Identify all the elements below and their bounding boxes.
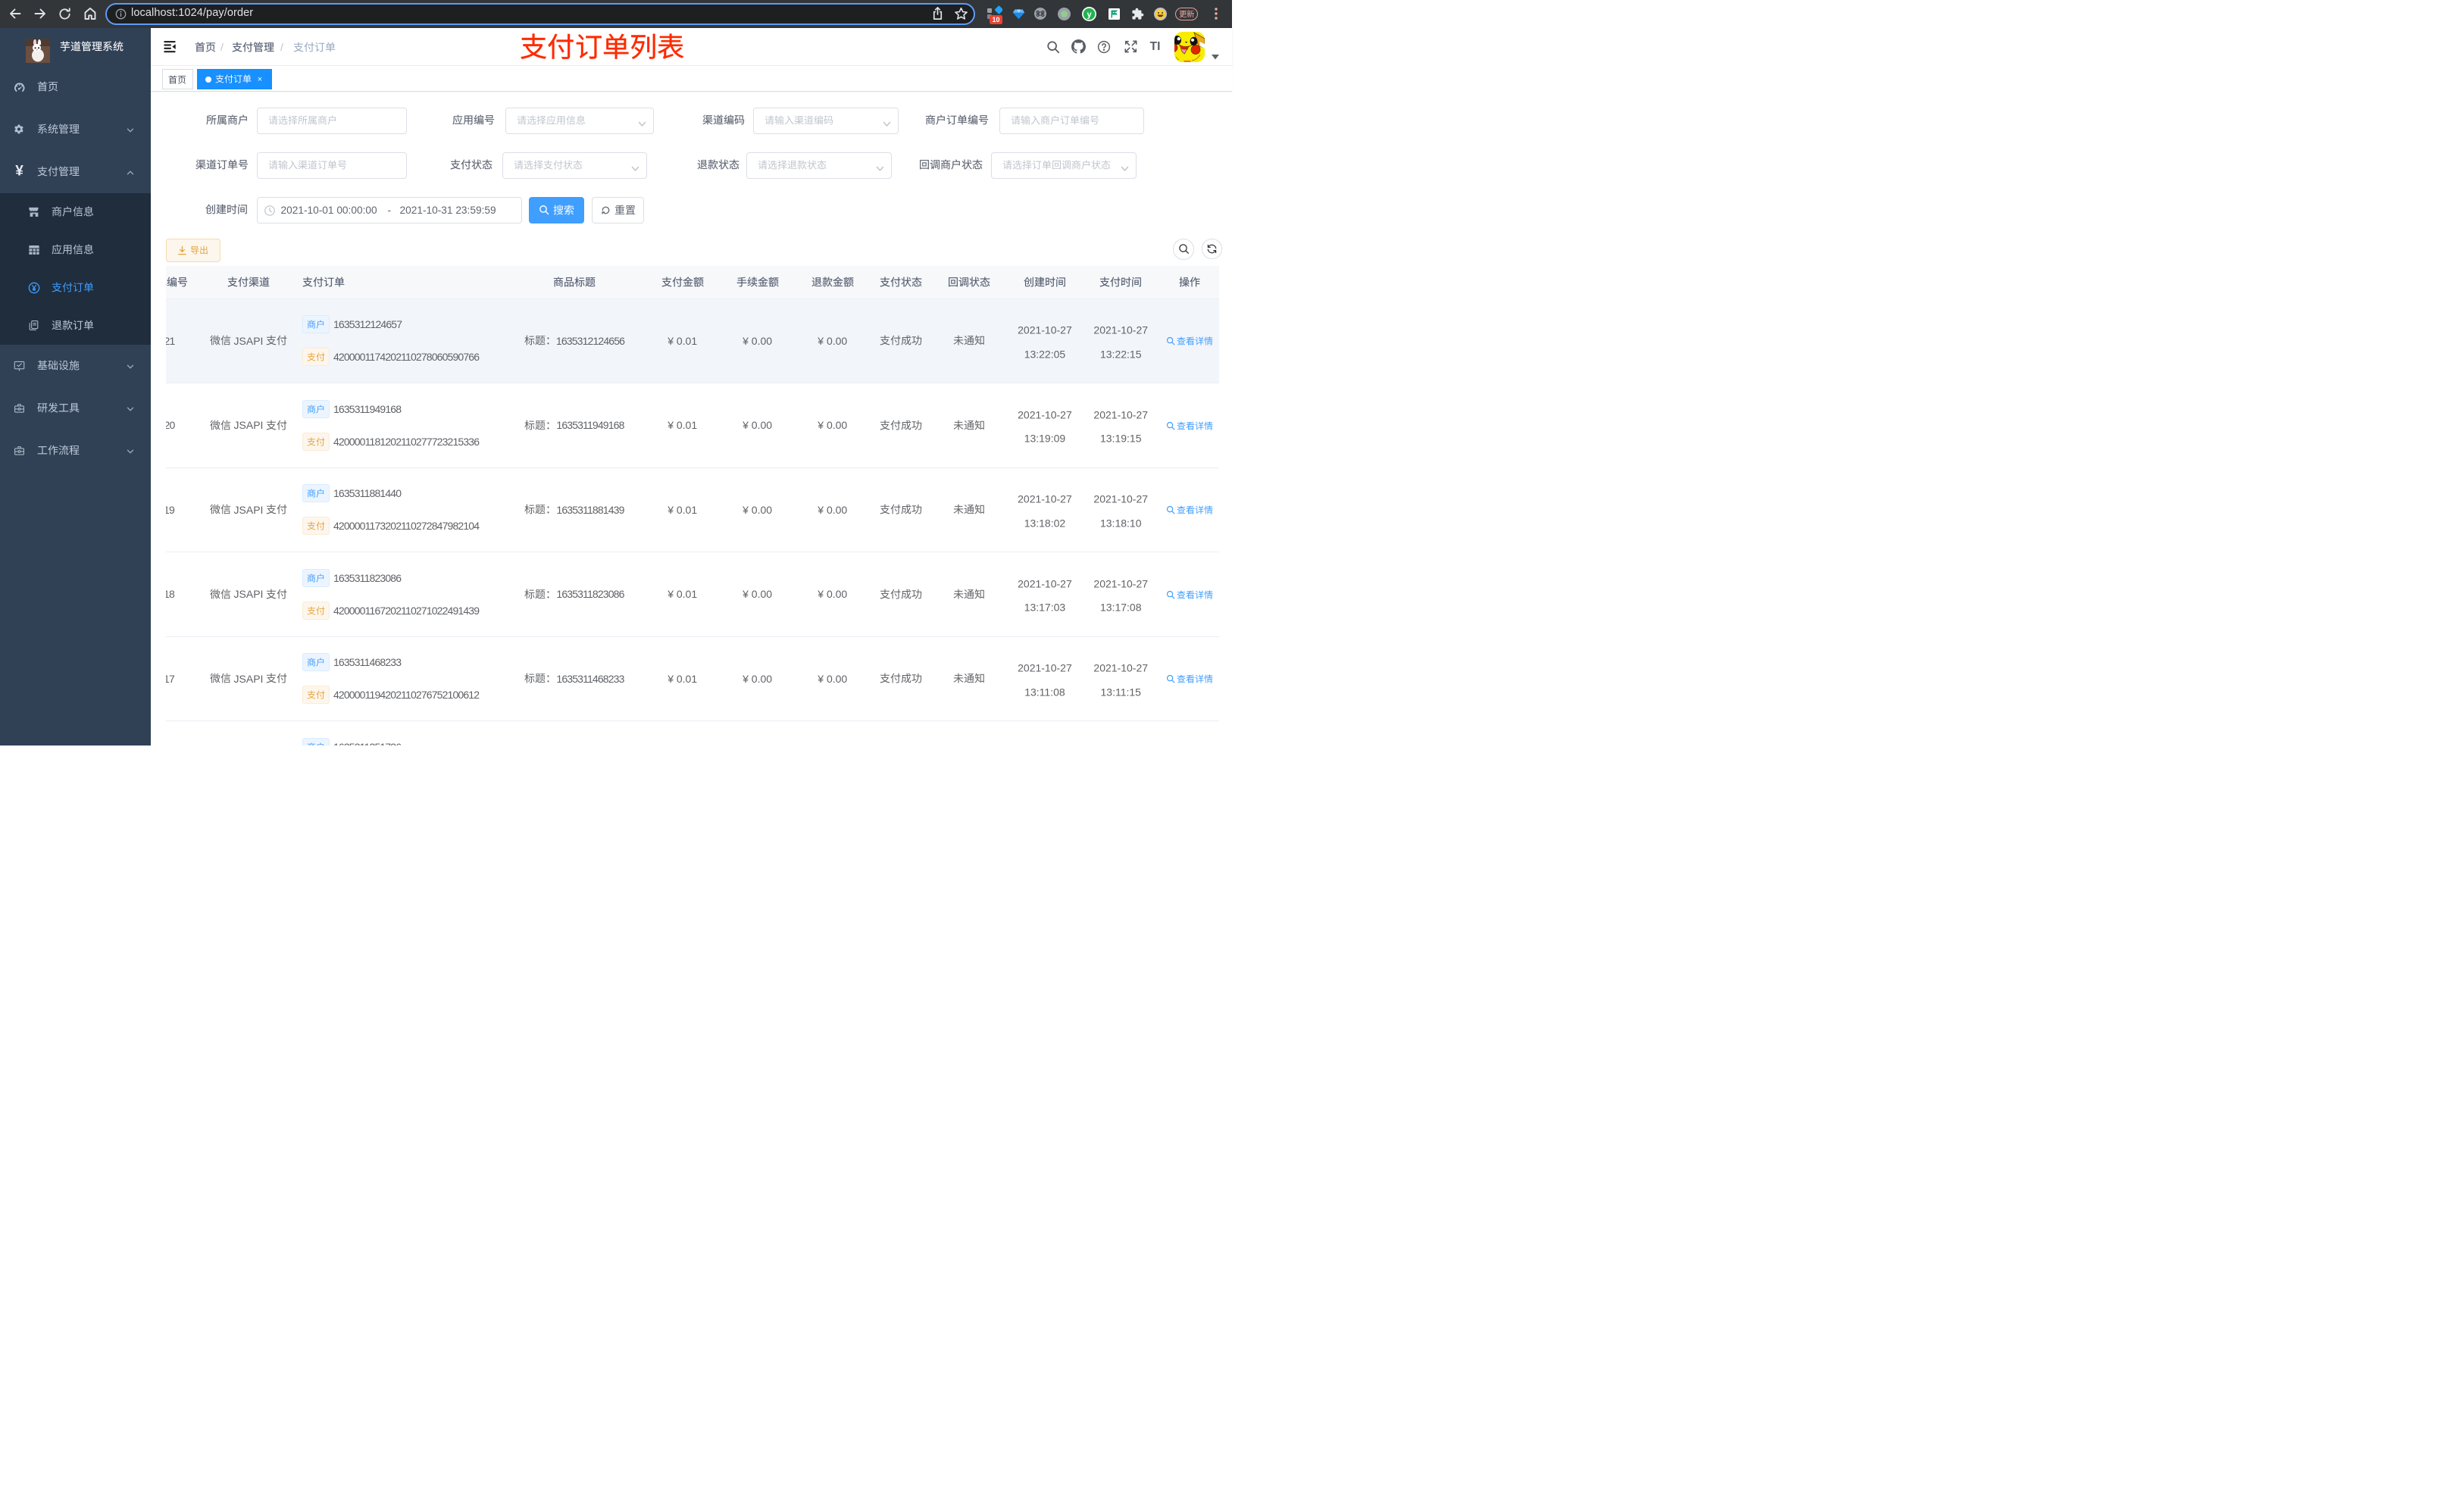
svg-text:y: y (1087, 10, 1092, 19)
